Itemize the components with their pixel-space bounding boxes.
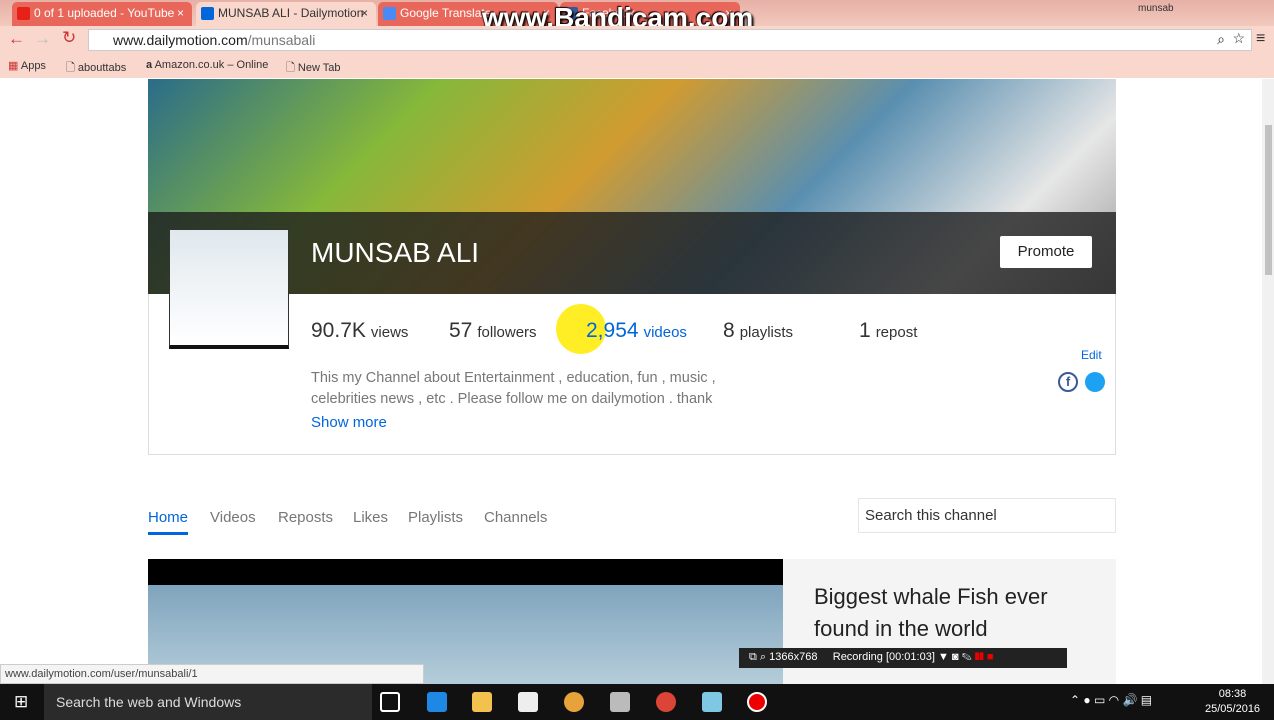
bookmark-abouttabs[interactable]: 🗋 abouttabs — [66, 59, 126, 78]
tab-playlists[interactable]: Playlists — [408, 509, 463, 526]
windows-start-icon[interactable]: ⊞ — [14, 692, 28, 712]
bandicam-icon[interactable] — [747, 692, 767, 712]
channel-name: MUNSAB ALI — [311, 237, 480, 268]
taskbar-search[interactable]: Search the web and Windows — [44, 684, 372, 720]
bookmark-new-tab[interactable]: 🗋 New Tab — [286, 59, 341, 78]
tab-home[interactable]: Home — [148, 509, 189, 535]
edge-icon[interactable] — [427, 692, 447, 712]
app-icon[interactable] — [702, 692, 722, 712]
scrollbar-thumb[interactable] — [1265, 125, 1272, 275]
tab-reposts[interactable]: Reposts — [278, 509, 333, 526]
stat-videos[interactable]: 2,954 videos — [586, 319, 687, 343]
tab-videos[interactable]: Videos — [210, 509, 256, 526]
channel-search-input[interactable]: Search this channel — [858, 498, 1116, 533]
tab-likes[interactable]: Likes — [353, 509, 388, 526]
channel-description: This my Channel about Entertainment , ed… — [311, 370, 716, 407]
store-icon[interactable] — [518, 692, 538, 712]
close-icon[interactable]: × — [361, 6, 368, 20]
forward-icon[interactable]: → — [34, 29, 51, 49]
featured-video-title[interactable]: Biggest whale Fish ever found in the wor… — [814, 581, 1094, 645]
clock[interactable]: 08:38 25/05/2016 — [1205, 687, 1260, 717]
show-more-link[interactable]: Show more — [311, 414, 387, 431]
tab-channels[interactable]: Channels — [484, 509, 547, 526]
recorder-status: Recording [00:01:03] — [832, 651, 935, 663]
tray-icons[interactable]: ⌃ ● ▭ ◠ 🔊 ▤ — [1070, 693, 1152, 707]
camera-icon[interactable]: ◙ — [952, 651, 959, 663]
tab-dailymotion[interactable]: MUNSAB ALI - Dailymotion × — [196, 2, 376, 26]
dropdown-icon[interactable]: ▼ — [938, 651, 949, 663]
stat-playlists[interactable]: 8 playlists — [723, 319, 793, 343]
banner-overlay — [148, 212, 1116, 294]
promote-button[interactable]: Promote — [1000, 236, 1092, 268]
star-icon[interactable]: ☆ — [1232, 30, 1245, 47]
zoom-icon[interactable]: ⌕ — [1217, 31, 1225, 48]
menu-icon[interactable]: ≡ — [1256, 30, 1265, 48]
stop-icon[interactable]: ■ — [987, 651, 994, 663]
taskbar: ⊞ Search the web and Windows ⌃ ● ▭ ◠ 🔊 ▤… — [0, 684, 1274, 720]
translate-icon — [383, 7, 396, 20]
bookmarks-bar: ▦ Apps 🗋 abouttabs a Amazon.co.uk – Onli… — [0, 54, 1274, 78]
reload-icon[interactable]: ↻ — [62, 28, 76, 48]
facebook-share-icon[interactable]: f — [1058, 372, 1078, 392]
stat-views[interactable]: 90.7K views — [311, 319, 408, 343]
app-icon[interactable] — [610, 692, 630, 712]
chrome-icon[interactable] — [656, 692, 676, 712]
address-bar[interactable]: www.dailymotion.com/munsabali ⌕ ☆ — [88, 29, 1252, 51]
app-icon[interactable] — [564, 692, 584, 712]
edit-link[interactable]: Edit — [1081, 348, 1102, 362]
stat-reposts[interactable]: 1 repost — [859, 319, 917, 343]
youtube-icon — [17, 7, 30, 20]
profile-name[interactable]: munsab — [1138, 3, 1174, 14]
pencil-icon[interactable]: ✎ — [962, 651, 972, 663]
apps-grid-icon: ▦ — [8, 60, 19, 72]
task-view-icon[interactable] — [380, 692, 400, 712]
pause-icon[interactable]: ❚❚ — [975, 651, 984, 663]
recorder-bar: ⧉ ⌕ 1366x768 Recording [00:01:03] ▼ ◙ ✎ … — [739, 648, 1067, 668]
tab-youtube[interactable]: 0 of 1 uploaded - YouTube × — [12, 2, 192, 26]
stat-followers[interactable]: 57 followers — [449, 319, 537, 343]
back-icon[interactable]: ← — [8, 29, 25, 49]
page-content: MUNSAB ALI Promote 90.7K views 57 follower… — [0, 79, 1262, 684]
bookmark-amazon[interactable]: a Amazon.co.uk – Online — [146, 59, 270, 71]
twitter-share-icon[interactable] — [1085, 372, 1105, 392]
recorder-resolution: 1366x768 — [769, 651, 818, 663]
avatar[interactable] — [169, 229, 289, 349]
close-icon[interactable]: × — [177, 6, 184, 20]
dailymotion-icon — [201, 7, 214, 20]
bookmark-apps[interactable]: ▦ Apps — [8, 59, 46, 72]
amazon-icon: a — [146, 59, 153, 71]
file-explorer-icon[interactable] — [472, 692, 492, 712]
status-url: www.dailymotion.com/user/munsabali/1 — [0, 664, 424, 684]
